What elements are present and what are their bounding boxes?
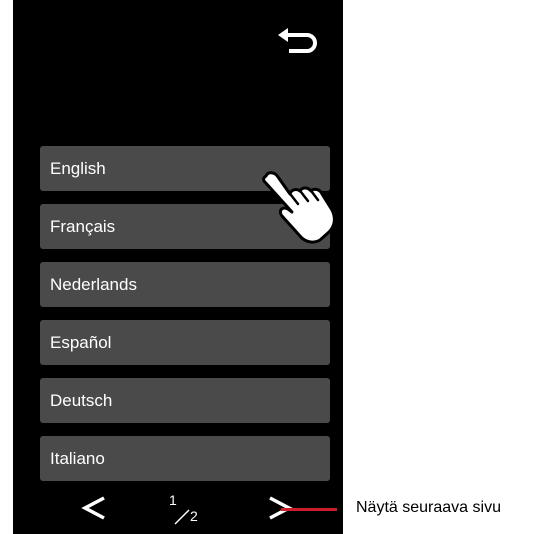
page-indicator: 1 2 xyxy=(163,490,213,530)
back-arrow-icon xyxy=(278,28,317,53)
back-button[interactable] xyxy=(275,26,325,66)
callout-label: Näytä seuraava sivu xyxy=(356,499,501,516)
device-screen: English Français Nederlands Español Deut… xyxy=(13,0,343,534)
language-option-espanol[interactable]: Español xyxy=(40,320,330,365)
callout-line xyxy=(281,508,337,511)
language-option-italiano[interactable]: Italiano xyxy=(40,436,330,481)
fraction-slash xyxy=(174,509,190,525)
previous-page-button[interactable] xyxy=(79,492,109,524)
total-pages: 2 xyxy=(190,508,198,524)
chevron-left-icon xyxy=(81,496,105,520)
language-option-nederlands[interactable]: Nederlands xyxy=(40,262,330,307)
pointing-hand-icon xyxy=(262,171,336,244)
language-option-deutsch[interactable]: Deutsch xyxy=(40,378,330,423)
